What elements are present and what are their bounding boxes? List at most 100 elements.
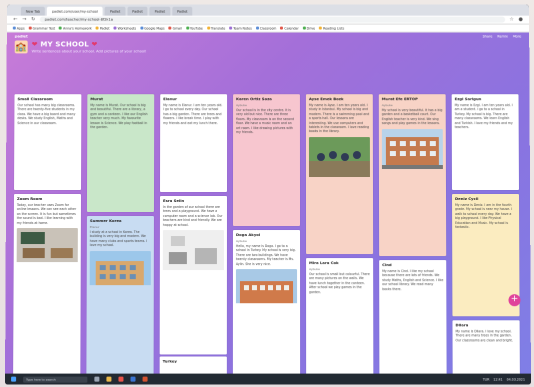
post-card[interactable]: Zoom Room Today, our teacher uses Zoom fo… <box>13 194 81 374</box>
word-icon[interactable] <box>130 376 136 382</box>
browser-tab[interactable]: Padlet <box>104 6 126 16</box>
bookmark-item[interactable]: Google Maps <box>140 26 165 30</box>
monitor: New Tab padlet.com/user/my-school Padlet… <box>5 4 531 385</box>
bookmark-item[interactable]: Calendar <box>280 26 299 31</box>
post-card[interactable]: Karen Ortiz Soza Aybuke Our school is in t… <box>232 94 301 227</box>
post-photo[interactable] <box>89 250 151 286</box>
bookmark-label: Reading Lists <box>323 26 345 31</box>
bookmark-item[interactable]: Worksheets <box>113 26 136 30</box>
post-title: Ezgi Sarigun <box>454 96 482 102</box>
bookmark-favicon-icon <box>140 26 144 30</box>
more-button[interactable]: More <box>513 34 521 38</box>
file-explorer-icon[interactable] <box>106 376 112 382</box>
post-author: Elanur <box>89 225 100 230</box>
bookmark-item[interactable]: Anna's Homework <box>59 26 92 30</box>
bookmark-item[interactable]: Drive <box>302 26 316 31</box>
post-card[interactable]: Ezgi Sarigun My name is Ezgi. I am ten ye… <box>451 94 519 191</box>
bookmark-item[interactable]: Apps <box>12 26 25 30</box>
bookmark-item[interactable]: Grammar Test <box>28 26 56 31</box>
post-card[interactable]: Ayse Emek Bozk My name is Ayse. I am ten … <box>305 94 374 255</box>
bookmark-label: Translate <box>210 26 226 31</box>
post-title: Karen Ortiz Soza <box>236 96 272 102</box>
post-card[interactable]: Turkey <box>159 356 227 374</box>
bookmark-label: Google Maps <box>144 26 165 31</box>
forward-arrow-icon[interactable]: → <box>22 17 27 23</box>
windows-start-icon[interactable] <box>11 376 17 382</box>
post-card[interactable]: Small Classroom Our school has many big c… <box>14 94 82 191</box>
post-body: Our school is small but colourful. There… <box>309 272 370 294</box>
bookmark-label: Team Notes <box>233 26 252 31</box>
post-body: Our school has many big classrooms. Ther… <box>17 103 76 125</box>
taskbar-search[interactable]: Type here to search <box>23 376 88 383</box>
post-body: In the garden of our school there are tr… <box>162 205 223 227</box>
bookmark-label: YouTube <box>189 26 203 31</box>
url-field[interactable]: padlet.com/teacher/my-school-8f2k1a <box>39 16 506 23</box>
post-body: My name is Dilara. I love my school. The… <box>455 329 513 343</box>
back-arrow-icon[interactable]: ← <box>13 17 18 23</box>
post-card[interactable]: Esra Selin In the garden of our school th… <box>159 195 227 355</box>
padlet-logo[interactable]: padlet <box>15 34 28 38</box>
browser-tab[interactable]: New Tab <box>20 6 46 16</box>
address-bar: ← → ↻ padlet.com/teacher/my-school-8f2k1… <box>6 15 530 25</box>
share-button[interactable]: Share <box>483 34 493 38</box>
post-photo[interactable] <box>235 269 297 304</box>
browser-tab[interactable]: Padlet <box>172 6 193 16</box>
post-photo[interactable] <box>309 137 370 178</box>
chrome-icon[interactable] <box>118 376 124 382</box>
task-view-icon[interactable] <box>94 376 100 382</box>
bookmark-item[interactable]: Team Notes <box>229 26 252 30</box>
bookmark-favicon-icon <box>12 26 16 30</box>
post-body: Today, our teacher uses Zoom for online … <box>16 203 77 225</box>
post-card[interactable]: Cind My name is Cind. I like my school be… <box>379 260 447 374</box>
post-author: Aybuke <box>381 103 393 108</box>
bookmark-item[interactable]: Reading Lists <box>319 26 344 30</box>
post-card[interactable]: Summer Korea Elanur I study at a school in… <box>86 216 154 374</box>
profile-icon[interactable]: ● <box>518 17 523 23</box>
browser-tab[interactable]: Padlet <box>149 6 171 16</box>
bookmark-favicon-icon <box>255 26 259 30</box>
bookmark-item[interactable]: Gmail <box>168 26 182 30</box>
bookmark-label: Drive <box>306 26 316 31</box>
bookmark-favicon-icon <box>185 26 189 30</box>
post-card[interactable]: Mira Lara Cok Aybuke Our school is small b… <box>306 258 374 374</box>
post-body: My name is Ezgi. I am ten years old. I a… <box>454 103 513 130</box>
post-photo[interactable] <box>16 228 78 263</box>
post-card[interactable]: Dilara My name is Dilara. I love my schoo… <box>452 320 520 374</box>
bookmark-favicon-icon <box>168 26 172 30</box>
bookmark-item[interactable]: YouTube <box>185 26 203 31</box>
post-card[interactable]: Elanur My name is Elanur. I am ten years … <box>160 94 228 193</box>
post-body: My name is Elanur. I am ten years old. I… <box>163 103 223 125</box>
browser-tab-active[interactable]: padlet.com/user/my-school <box>46 6 103 16</box>
powerpoint-icon[interactable] <box>142 376 148 382</box>
bookmark-favicon-icon <box>319 26 323 30</box>
post-title: Summer Korea <box>89 218 122 224</box>
browser-tab[interactable]: Padlet <box>127 6 148 16</box>
star-icon[interactable]: ☆ <box>509 17 514 23</box>
reload-icon[interactable]: ↻ <box>31 17 36 23</box>
screen: New Tab padlet.com/user/my-school Padlet… <box>0 0 534 387</box>
post-title: Doga Akyol <box>235 232 261 238</box>
post-title: Cind <box>382 262 392 268</box>
post-card[interactable]: Murat My name is Murat. Our school is big… <box>86 94 155 213</box>
post-body: My school is very beautiful. It has a bi… <box>381 108 443 126</box>
post-author: Aybuke <box>235 239 247 244</box>
system-tray: TUR 12:41 04.03.2021 <box>483 377 525 381</box>
bookmark-item[interactable]: Translate <box>206 26 226 31</box>
bookmark-item[interactable]: Padlet <box>95 26 110 30</box>
bookmark-item[interactable]: Classroom <box>255 26 276 30</box>
taskbar: Type here to search TUR 12:41 04.03.2021 <box>5 373 531 385</box>
bookmark-label: Calendar <box>284 26 299 31</box>
post-card[interactable]: Doga Akyol Aybuke Hello, my name is Doga. … <box>232 230 301 374</box>
post-photo[interactable] <box>382 128 443 170</box>
clock-time[interactable]: 12:41 <box>493 377 502 381</box>
page-title-text: MY SCHOOL <box>40 40 89 49</box>
post-photo[interactable] <box>162 230 224 271</box>
padlet-page: padlet Share Remix More 🏫 ❤ MY SCHOOL ❤ … <box>5 32 531 374</box>
bookmark-label: Grammar Test <box>32 26 56 31</box>
remix-button[interactable]: Remix <box>497 34 508 38</box>
language-indicator[interactable]: TUR <box>483 377 490 381</box>
post-card[interactable]: Murat Efe ERTOP Aybuke My school is very b… <box>378 94 447 257</box>
padlet-actions: Share Remix More <box>483 34 522 38</box>
bookmark-favicon-icon <box>59 26 63 30</box>
add-post-button[interactable]: + <box>508 294 521 307</box>
